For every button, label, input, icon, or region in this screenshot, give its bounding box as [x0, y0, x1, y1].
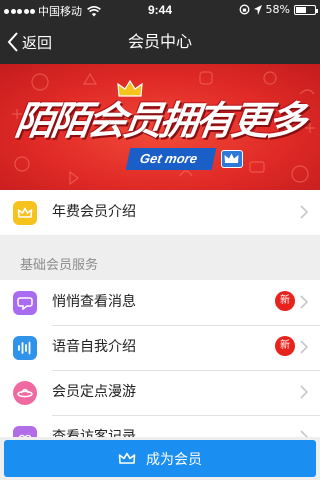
service-label: 语音自我介绍	[52, 339, 136, 355]
page-title: 会员中心	[127, 32, 192, 51]
battery-percent: 58%	[265, 3, 290, 16]
voice-wave-icon	[13, 336, 37, 360]
location-arrow-icon	[253, 4, 262, 15]
service-label: 会员定点漫游	[52, 384, 136, 400]
membership-banner[interactable]: 陌陌会员拥有更多	[0, 64, 320, 190]
chevron-right-icon	[300, 205, 308, 219]
ufo-icon	[13, 381, 37, 405]
annual-member-row[interactable]: 年费会员介绍	[0, 190, 320, 235]
service-row-voice-intro[interactable]: 语音自我介绍 新	[0, 325, 320, 370]
bottom-bar: 成为会员	[0, 437, 320, 480]
chevron-right-icon	[300, 385, 308, 399]
service-label: 查看访客记录	[52, 429, 136, 437]
crown-icon	[224, 153, 239, 163]
section-title: 基础会员服务	[20, 258, 99, 273]
battery-icon	[294, 4, 318, 15]
service-label: 悄悄查看消息	[52, 294, 136, 310]
chevron-right-icon	[300, 430, 308, 437]
get-more-button[interactable]: Get more	[125, 148, 217, 170]
footprint-icon	[13, 426, 37, 437]
service-row-roaming[interactable]: 会员定点漫游	[0, 370, 320, 415]
battery-fill	[296, 6, 307, 13]
chevron-right-icon	[300, 340, 308, 354]
chevron-right-icon	[300, 295, 308, 309]
new-badge: 新	[275, 291, 295, 311]
become-member-button[interactable]: 成为会员	[4, 440, 316, 477]
navigation-bar: 返回 会员中心	[0, 20, 320, 64]
service-row-peek-messages[interactable]: 悄悄查看消息 新	[0, 280, 320, 325]
become-member-label: 成为会员	[146, 451, 202, 468]
crown-icon	[13, 201, 37, 225]
banner-slogan: 陌陌会员拥有更多	[12, 99, 307, 144]
service-row-visitors[interactable]: 查看访客记录	[0, 415, 320, 437]
new-badge: 新	[275, 336, 295, 356]
status-right: 58%	[239, 3, 318, 16]
services-list: 悄悄查看消息 新 语音自我介绍 新 会员定点漫游 查看访客记录	[0, 280, 320, 437]
chat-bubble-icon	[13, 291, 37, 315]
crown-icon	[118, 452, 136, 464]
annual-member-label: 年费会员介绍	[52, 204, 136, 220]
crown-badge-icon	[221, 150, 243, 168]
annual-section: 年费会员介绍	[0, 190, 320, 235]
status-bar: 中国移动 9:44 58%	[0, 0, 320, 20]
rotation-lock-icon	[239, 4, 249, 15]
